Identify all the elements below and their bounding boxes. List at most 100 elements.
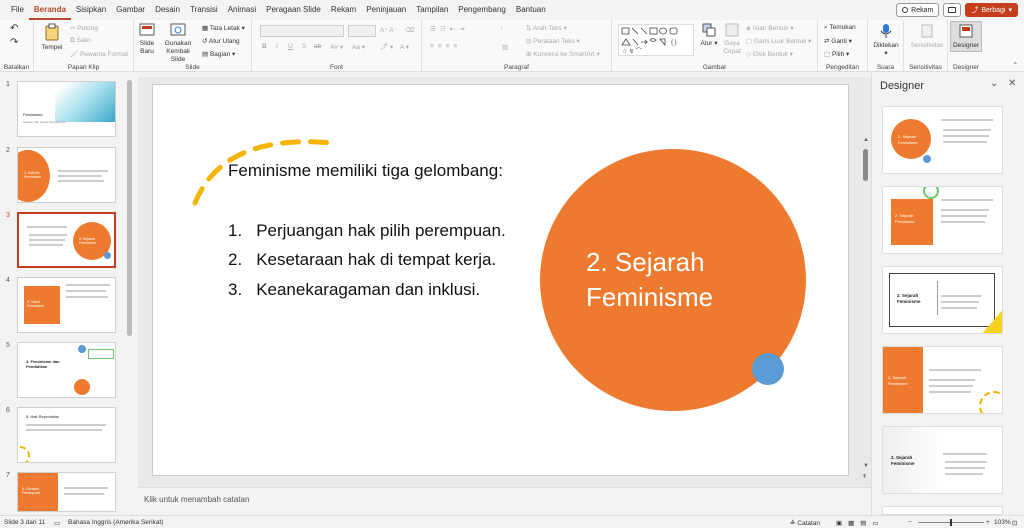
reset-button[interactable]: ↺ Atur Ulang: [202, 37, 240, 45]
menu-tab-tampilan[interactable]: Tampilan: [411, 0, 453, 20]
slide-thumbnail-6[interactable]: 5. Hak Reproduksi: [17, 407, 116, 463]
shadow-icon[interactable]: S: [302, 43, 306, 50]
shape-effects-button[interactable]: ◇ Efek Bentuk ▾: [746, 50, 793, 58]
quick-styles-button[interactable]: Gaya Cepat: [722, 23, 742, 56]
arrange-button[interactable]: Atur ▾: [698, 23, 720, 48]
format-painter-button[interactable]: 🖌 Pewarna Format: [70, 50, 128, 58]
paste-button[interactable]: Tempel: [38, 23, 66, 52]
slide-thumbnail-4[interactable]: 3. Tokoh Feminisme: [17, 277, 116, 333]
redo-icon[interactable]: ↷: [10, 37, 18, 48]
zoom-out-icon[interactable]: −: [908, 519, 912, 526]
zoom-in-icon[interactable]: +: [986, 519, 990, 526]
line-spacing-icon[interactable]: ↕: [500, 25, 503, 32]
menu-tab-rekam[interactable]: Rekam: [326, 0, 361, 20]
layout-button[interactable]: ▦ Tata Letak ▾: [202, 24, 245, 32]
cut-button[interactable]: ✂ Potong: [70, 24, 98, 32]
slide-intro-text[interactable]: Feminisme memiliki tiga gelombang:: [228, 161, 503, 181]
shape-fill-button[interactable]: ◈ Isian Bentuk ▾: [746, 24, 794, 32]
collapse-ribbon-icon[interactable]: ⌃: [1013, 61, 1018, 69]
undo-icon[interactable]: ↶: [10, 23, 18, 34]
spacing-icon[interactable]: AV ▾: [330, 43, 343, 51]
dictate-button[interactable]: Diktekan ▾: [871, 23, 901, 58]
underline-icon[interactable]: U: [288, 43, 293, 50]
text-direction-button[interactable]: ⇅ Arah Teks ▾: [526, 24, 567, 32]
slide-thumbnail-5[interactable]: 4. Feminisme dan Pendidikan: [17, 342, 116, 398]
case-icon[interactable]: Aa ▾: [352, 43, 365, 51]
clear-format-icon[interactable]: ⌫: [405, 26, 414, 34]
reuse-slides-button[interactable]: Gunakan Kembali Slide: [160, 23, 196, 64]
close-icon[interactable]: ✕: [1008, 78, 1016, 89]
font-size-input[interactable]: [348, 25, 376, 37]
menu-tab-file[interactable]: File: [6, 0, 29, 20]
menu-tab-transisi[interactable]: Transisi: [185, 0, 223, 20]
slide-list-item-2[interactable]: 2. Kesetaraan hak di tempat kerja.: [228, 250, 496, 270]
menu-tab-desain[interactable]: Desain: [150, 0, 185, 20]
voice-group: Diktekan ▾ Suara: [868, 20, 904, 72]
thumbnail-scrollbar[interactable]: [127, 80, 132, 336]
menu-tab-sisipkan[interactable]: Sisipkan: [71, 0, 111, 20]
scroll-down-icon[interactable]: ▼: [863, 463, 869, 469]
editing-group: ⌕ Temukan ⇄ Ganti ▾ ⬚ Pilih ▾ Pengeditan: [818, 20, 868, 72]
italic-icon[interactable]: I: [276, 43, 278, 50]
section-button[interactable]: ▤ Bagian ▾: [202, 50, 235, 58]
view-buttons[interactable]: ▣▦▤▭: [836, 519, 885, 527]
design-option-2[interactable]: 2. Sejarah Feminisme: [882, 186, 1003, 254]
share-button[interactable]: ⤴ Berbagi ▾: [965, 3, 1018, 17]
scroll-up-icon[interactable]: ▲: [863, 137, 869, 143]
slide-thumbnail-3[interactable]: 2. Sejarah Feminisme: [17, 212, 116, 268]
align-text-button[interactable]: ⊟ Perataan Teks ▾: [526, 37, 580, 45]
replace-button[interactable]: ⇄ Ganti ▾: [824, 37, 852, 45]
editor-scrollbar[interactable]: [863, 149, 868, 181]
font-color-icon[interactable]: A ▾: [400, 43, 409, 51]
font-name-input[interactable]: [260, 25, 344, 37]
columns-icon[interactable]: ▥: [502, 43, 508, 51]
slide-list-item-1[interactable]: 1. Perjuangan hak pilih perempuan.: [228, 221, 506, 241]
design-option-6[interactable]: [882, 506, 1003, 515]
highlight-icon[interactable]: 🖊 ▾: [380, 43, 393, 51]
slide-thumbnail-7[interactable]: 6. Gerakan Perempuan: [17, 472, 116, 512]
slides-group: Slide Baru Gunakan Kembali Slide ▦ Tata Le…: [134, 20, 252, 72]
menu-tab-gambar[interactable]: Gambar: [111, 0, 150, 20]
design-option-5[interactable]: 2. Sejarah Feminisme: [882, 426, 1003, 494]
slide-thumbnail-2[interactable]: 1. Definisi Feminisme: [17, 147, 116, 203]
designer-button[interactable]: Designer: [950, 21, 982, 52]
designer-pane: Designer ⌄ ✕ 2. Sejarah Feminisme 2. Seja…: [871, 72, 1024, 515]
design-option-1[interactable]: 2. Sejarah Feminisme: [882, 106, 1003, 174]
zoom-level[interactable]: 103%: [994, 519, 1011, 526]
notes-input[interactable]: Klik untuk menambah catatan: [138, 487, 871, 515]
slide-list-item-3[interactable]: 3. Keanekaragaman dan inklusi.: [228, 280, 480, 300]
smartart-button[interactable]: ⊞ Konversi ke SmartArt ▾: [526, 50, 600, 58]
menu-tab-pengembang[interactable]: Pengembang: [453, 0, 511, 20]
menu-tab-beranda[interactable]: Beranda: [28, 0, 71, 20]
font-grow-icon[interactable]: A⁺ A⁻: [380, 26, 397, 34]
menu-tab-animasi[interactable]: Animasi: [223, 0, 261, 20]
slide-title[interactable]: 2. Sejarah Feminisme: [586, 245, 713, 315]
align-icons[interactable]: ≡≡≡≡: [430, 43, 461, 50]
prev-slide-icon[interactable]: ⇞: [862, 473, 867, 480]
bold-icon[interactable]: B: [262, 43, 267, 50]
design-option-3[interactable]: 2. Sejarah Feminisme: [882, 266, 1003, 334]
accessibility-icon[interactable]: ▭: [54, 519, 60, 527]
new-slide-button[interactable]: Slide Baru: [136, 23, 158, 56]
find-button[interactable]: ⌕ Temukan: [824, 24, 856, 32]
notes-toggle[interactable]: ≙ Catatan: [790, 519, 820, 527]
select-button[interactable]: ⬚ Pilih ▾: [824, 50, 849, 58]
menu-tab-bantuan[interactable]: Bantuan: [511, 0, 551, 20]
shape-outline-button[interactable]: ▢ Garis Luar Bentuk ▾: [746, 37, 811, 45]
record-button[interactable]: Rekam: [896, 3, 940, 17]
slide-thumbnail-1[interactable]: Feminisme Sejarah dan perkembangannya: [17, 81, 116, 137]
design-option-4[interactable]: 2. Sejarah Feminisme: [882, 346, 1003, 414]
shapes-gallery[interactable]: { } ☆ ↯ ⌒: [618, 24, 694, 56]
strikethrough-icon[interactable]: ab: [314, 43, 321, 50]
chevron-down-icon[interactable]: ⌄: [990, 78, 998, 89]
sensitivity-button[interactable]: Sensitivitas: [908, 23, 946, 50]
menu-tab-peragaan-slide[interactable]: Peragaan Slide: [261, 0, 326, 20]
language-status[interactable]: Bahasa Inggris (Amerika Serikat): [68, 519, 163, 526]
slide-canvas[interactable]: Feminisme memiliki tiga gelombang: 1. Per…: [152, 84, 849, 476]
fit-slide-icon[interactable]: ⊡: [1012, 519, 1017, 527]
comments-button[interactable]: [943, 3, 962, 17]
list-icons[interactable]: ☰☷⇤⇥: [430, 25, 469, 33]
menu-tab-peninjauan[interactable]: Peninjauan: [361, 0, 411, 20]
zoom-slider-thumb[interactable]: [950, 519, 952, 526]
copy-button[interactable]: ⧉ Salin: [70, 37, 91, 45]
